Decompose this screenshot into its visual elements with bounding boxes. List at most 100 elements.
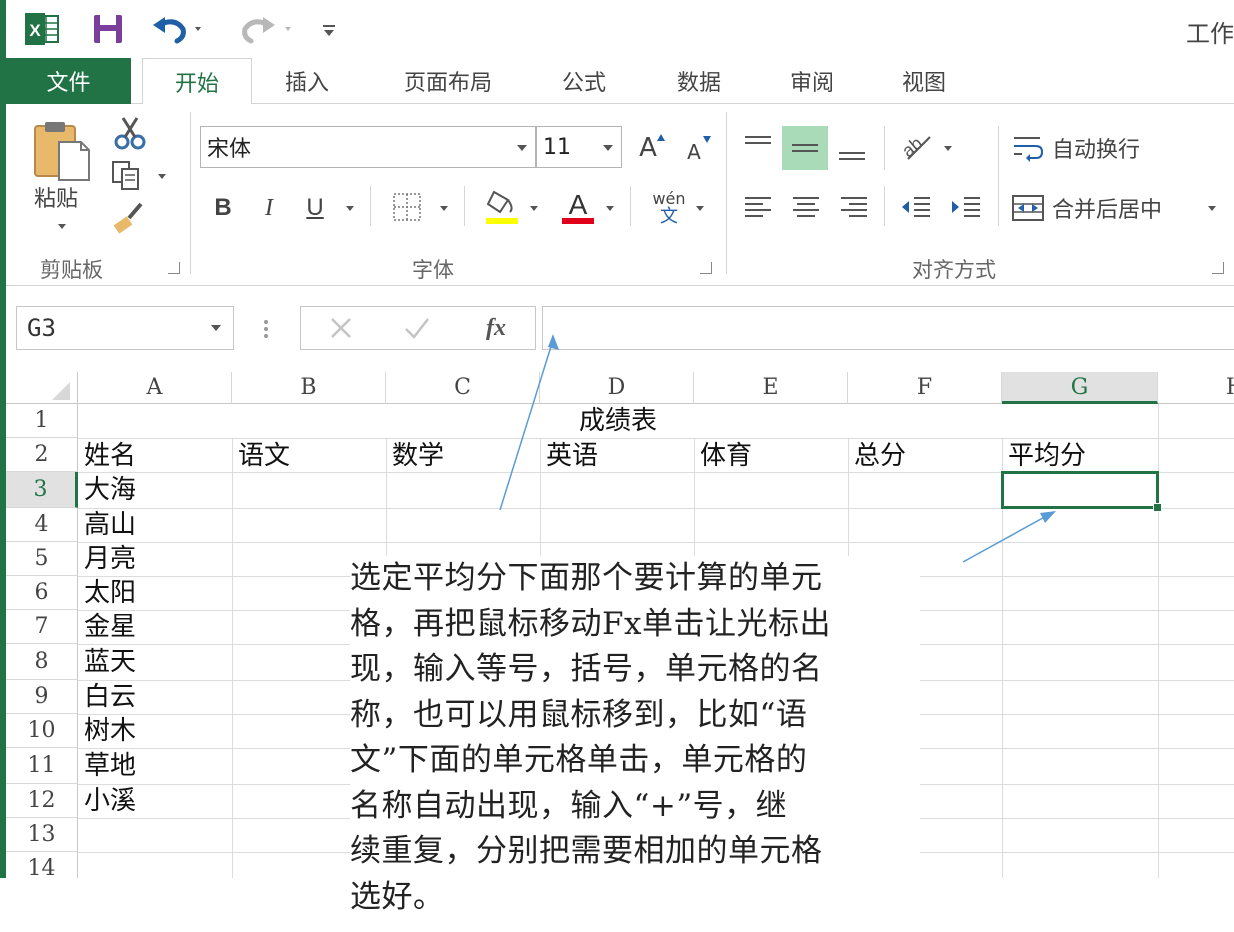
customize-qat-icon[interactable] xyxy=(318,12,340,46)
insert-function-button[interactable]: fx xyxy=(473,311,519,345)
header-cell-pe[interactable]: 体育 xyxy=(700,438,752,474)
confirm-entry-icon[interactable] xyxy=(399,313,435,343)
shrink-font-button[interactable]: A xyxy=(676,132,712,172)
header-cell-math[interactable]: 数学 xyxy=(392,438,444,474)
format-painter-icon[interactable] xyxy=(108,200,148,234)
underline-dropdown-caret[interactable] xyxy=(346,206,354,211)
chevron-down-icon[interactable] xyxy=(211,325,221,331)
align-left-icon[interactable] xyxy=(740,190,776,224)
name-cell[interactable]: 太阳 xyxy=(84,576,136,610)
row-header-1[interactable]: 1 xyxy=(6,404,78,438)
bold-button[interactable]: B xyxy=(208,188,238,228)
save-icon[interactable] xyxy=(88,12,128,46)
orientation-icon[interactable]: ab xyxy=(896,126,936,166)
name-cell[interactable]: 白云 xyxy=(84,680,136,714)
tab-home[interactable]: 开始 xyxy=(142,58,252,105)
cut-icon[interactable] xyxy=(110,116,150,150)
row-header-13[interactable]: 13 xyxy=(6,818,78,852)
drag-handle-icon[interactable] xyxy=(258,312,274,346)
sheet-title-cell[interactable]: 成绩表 xyxy=(78,404,1158,438)
chevron-down-icon[interactable] xyxy=(603,145,613,151)
orientation-dropdown-caret[interactable] xyxy=(944,146,952,151)
align-center-icon[interactable] xyxy=(788,190,824,224)
fill-color-icon[interactable] xyxy=(482,186,522,226)
select-all-corner[interactable] xyxy=(6,372,78,404)
header-cell-total[interactable]: 总分 xyxy=(854,438,906,474)
merge-dropdown-caret[interactable] xyxy=(1208,206,1216,211)
merge-center-button[interactable]: 合并后居中 xyxy=(1010,188,1210,228)
wrap-text-button[interactable]: 自动换行 xyxy=(1010,128,1210,168)
header-cell-english[interactable]: 英语 xyxy=(546,438,598,474)
name-cell[interactable]: 金星 xyxy=(84,610,136,644)
italic-button[interactable]: I xyxy=(254,188,284,228)
fill-color-dropdown-caret[interactable] xyxy=(530,206,538,211)
font-size-combo[interactable]: 11 xyxy=(536,126,622,168)
chevron-down-icon[interactable] xyxy=(517,145,527,151)
column-header-b[interactable]: B xyxy=(232,372,386,404)
font-launcher-icon[interactable] xyxy=(700,262,712,274)
tab-formulas[interactable]: 公式 xyxy=(544,58,624,104)
row-header-12[interactable]: 12 xyxy=(6,784,78,818)
font-name-combo[interactable]: 宋体 xyxy=(200,126,536,168)
name-cell[interactable]: 草地 xyxy=(84,748,136,784)
row-header-14[interactable]: 14 xyxy=(6,852,78,878)
row-header-7[interactable]: 7 xyxy=(6,610,78,644)
column-header-f[interactable]: F xyxy=(848,372,1002,404)
alignment-launcher-icon[interactable] xyxy=(1212,262,1224,274)
name-cell[interactable]: 高山 xyxy=(84,508,136,542)
name-cell[interactable]: 月亮 xyxy=(84,542,136,576)
column-header-h[interactable]: H xyxy=(1158,372,1234,404)
paste-label[interactable]: 粘贴 xyxy=(26,182,86,212)
paste-dropdown-caret[interactable] xyxy=(58,224,66,229)
formula-input[interactable] xyxy=(542,306,1234,350)
paste-icon[interactable] xyxy=(26,118,96,182)
phonetic-dropdown-caret[interactable] xyxy=(696,206,704,211)
cancel-entry-icon[interactable] xyxy=(323,313,359,343)
row-header-8[interactable]: 8 xyxy=(6,644,78,680)
row-header-9[interactable]: 9 xyxy=(6,680,78,714)
name-box[interactable]: G3 xyxy=(16,306,234,350)
copy-icon[interactable] xyxy=(106,158,146,192)
undo-icon[interactable] xyxy=(148,12,210,46)
tab-view[interactable]: 视图 xyxy=(884,58,964,104)
name-cell[interactable]: 树木 xyxy=(84,714,136,748)
borders-dropdown-caret[interactable] xyxy=(440,206,448,211)
tab-insert[interactable]: 插入 xyxy=(262,58,352,104)
name-cell[interactable]: 大海 xyxy=(84,472,136,508)
column-header-a[interactable]: A xyxy=(78,372,232,404)
fill-handle[interactable] xyxy=(1153,503,1162,512)
header-cell-chinese[interactable]: 语文 xyxy=(238,438,290,474)
borders-icon[interactable] xyxy=(390,190,424,224)
increase-indent-icon[interactable] xyxy=(948,190,984,224)
row-header-11[interactable]: 11 xyxy=(6,748,78,784)
tab-file[interactable]: 文件 xyxy=(6,58,131,104)
tab-review[interactable]: 审阅 xyxy=(772,58,852,104)
middle-align-icon[interactable] xyxy=(782,126,828,170)
name-cell[interactable]: 小溪 xyxy=(84,784,136,818)
grow-font-button[interactable]: A xyxy=(630,128,666,168)
phonetic-guide-button[interactable]: wén 文 xyxy=(646,186,692,230)
row-header-5[interactable]: 5 xyxy=(6,542,78,576)
align-right-icon[interactable] xyxy=(836,190,872,224)
selected-cell-g3[interactable] xyxy=(1001,471,1159,509)
underline-button[interactable]: U xyxy=(300,188,330,228)
decrease-indent-icon[interactable] xyxy=(898,190,934,224)
column-header-c[interactable]: C xyxy=(386,372,540,404)
redo-icon[interactable] xyxy=(238,12,300,46)
clipboard-launcher-icon[interactable] xyxy=(168,262,180,274)
tab-page-layout[interactable]: 页面布局 xyxy=(378,58,518,104)
font-color-dropdown-caret[interactable] xyxy=(606,206,614,211)
row-header-6[interactable]: 6 xyxy=(6,576,78,610)
row-header-10[interactable]: 10 xyxy=(6,714,78,748)
font-color-button[interactable]: A xyxy=(558,186,598,226)
row-header-2[interactable]: 2 xyxy=(6,438,78,472)
header-cell-name[interactable]: 姓名 xyxy=(84,438,136,474)
header-cell-average[interactable]: 平均分 xyxy=(1008,438,1086,474)
column-header-g[interactable]: G xyxy=(1002,372,1158,404)
copy-dropdown-caret[interactable] xyxy=(158,174,166,179)
row-header-4[interactable]: 4 xyxy=(6,508,78,542)
bottom-align-icon[interactable] xyxy=(834,130,870,170)
top-align-icon[interactable] xyxy=(740,126,776,166)
column-header-d[interactable]: D xyxy=(540,372,694,404)
tab-data[interactable]: 数据 xyxy=(654,58,744,104)
